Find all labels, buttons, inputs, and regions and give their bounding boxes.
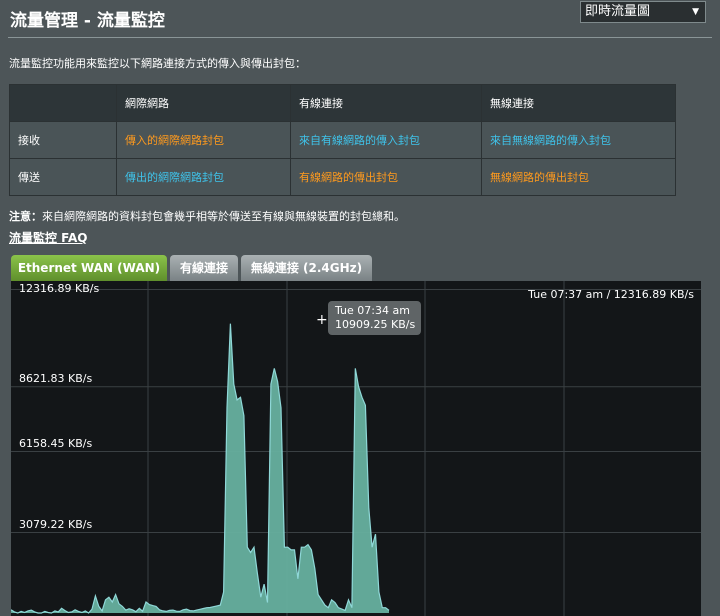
- row-label-send: 傳送: [9, 158, 117, 196]
- table-row: 傳送 傳出的網際網路封包 有線網路的傳出封包 無線網路的傳出封包: [9, 158, 676, 196]
- y-axis-labels: 12316.89 KB/s 8621.83 KB/s 6158.45 KB/s 307…: [19, 282, 99, 531]
- view-mode-value: 即時流量圖: [585, 4, 651, 19]
- y-tick-label: 3079.22 KB/s: [19, 518, 92, 531]
- tab-wired[interactable]: 有線連接: [170, 255, 238, 281]
- table-header-cell: [9, 84, 117, 122]
- table-header-cell: 網際網路: [116, 84, 291, 122]
- y-tick-label: 6158.45 KB/s: [19, 437, 92, 450]
- page-title: 流量管理 - 流量監控: [10, 11, 165, 31]
- row-label-receive: 接收: [9, 121, 117, 159]
- crosshair-icon: +: [316, 312, 328, 328]
- table-header-row: 網際網路 有線連接 無線連接: [9, 84, 676, 122]
- table-cell: 來自無線網路的傳入封包: [481, 121, 676, 159]
- table-cell: 無線網路的傳出封包: [481, 158, 676, 196]
- chart-tooltip: + Tue 07:34 am 10909.25 KB/s: [316, 301, 421, 335]
- traffic-line: [11, 323, 390, 614]
- view-mode-select[interactable]: 即時流量圖 ▼: [580, 1, 706, 23]
- table-cell: 有線網路的傳出封包: [290, 158, 482, 196]
- chevron-down-icon: ▼: [692, 7, 699, 17]
- table-cell: 來自有線網路的傳入封包: [290, 121, 482, 159]
- tooltip-time: Tue 07:34 am: [334, 304, 410, 317]
- table-header-cell: 有線連接: [290, 84, 482, 122]
- y-tick-label: 8621.83 KB/s: [19, 372, 92, 385]
- table-header-cell: 無線連接: [481, 84, 676, 122]
- divider: [8, 37, 712, 38]
- description-text: 流量監控功能用來監控以下網路連接方式的傳入與傳出封包：: [9, 57, 306, 70]
- note-body: 來自網際網路的資料封包會幾乎相等於傳送至有線與無線裝置的封包總和。: [42, 210, 405, 223]
- current-value-label: Tue 07:37 am / 12316.89 KB/s: [527, 288, 694, 301]
- traffic-area: [11, 323, 389, 613]
- traffic-chart-svg: 12316.89 KB/s 8621.83 KB/s 6158.45 KB/s 307…: [11, 281, 701, 616]
- table-cell: 傳入的網際網路封包: [116, 121, 291, 159]
- traffic-chart[interactable]: 12316.89 KB/s 8621.83 KB/s 6158.45 KB/s 307…: [11, 281, 701, 616]
- traffic-type-table: 網際網路 有線連接 無線連接 接收 傳入的網際網路封包 來自有線網路的傳入封包 …: [9, 84, 676, 196]
- table-cell: 傳出的網際網路封包: [116, 158, 291, 196]
- tooltip-value: 10909.25 KB/s: [335, 318, 415, 331]
- tab-wireless-24ghz[interactable]: 無線連接 (2.4GHz): [241, 255, 372, 281]
- y-tick-label: 12316.89 KB/s: [19, 282, 99, 295]
- table-row: 接收 傳入的網際網路封包 來自有線網路的傳入封包 來自無線網路的傳入封包: [9, 121, 676, 159]
- note-text: 注意：來自網際網路的資料封包會幾乎相等於傳送至有線與無線裝置的封包總和。: [9, 208, 405, 224]
- faq-link[interactable]: 流量監控 FAQ: [9, 229, 88, 246]
- note-label: 注意：: [9, 210, 42, 223]
- tab-ethernet-wan[interactable]: Ethernet WAN (WAN): [11, 255, 167, 281]
